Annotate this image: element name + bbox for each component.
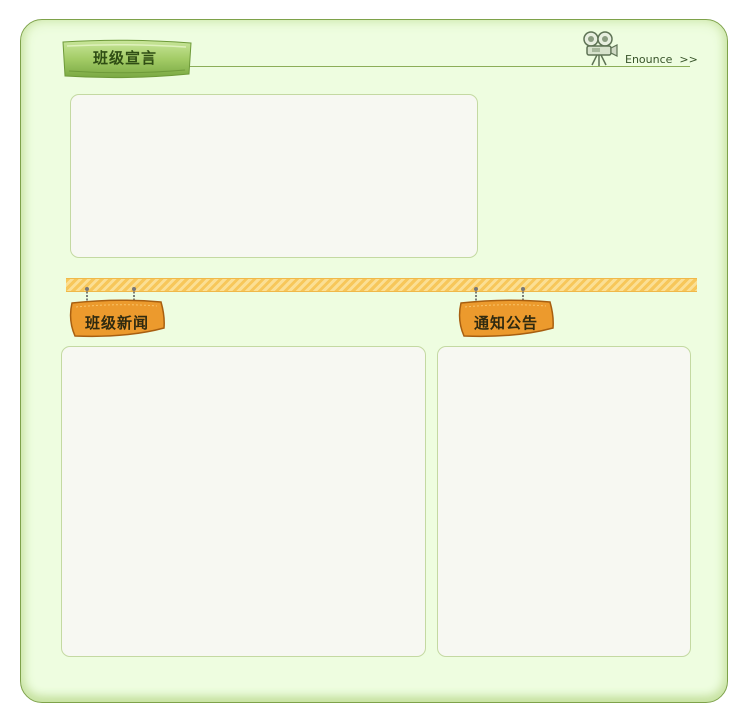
declaration-panel — [70, 94, 478, 258]
notice-panel — [437, 346, 691, 657]
news-section-label: 班级新闻 — [84, 314, 149, 332]
header-banner: 班级宣言 — [61, 38, 195, 82]
camera-icon — [580, 29, 620, 69]
news-sign: 班级新闻 — [67, 286, 167, 341]
notice-section-label: 通知公告 — [473, 314, 538, 332]
page-title: 班级宣言 — [92, 49, 157, 67]
news-panel — [61, 346, 426, 657]
enounce-more-link[interactable]: Enounce >> — [625, 53, 698, 66]
notice-sign: 通知公告 — [456, 286, 556, 341]
